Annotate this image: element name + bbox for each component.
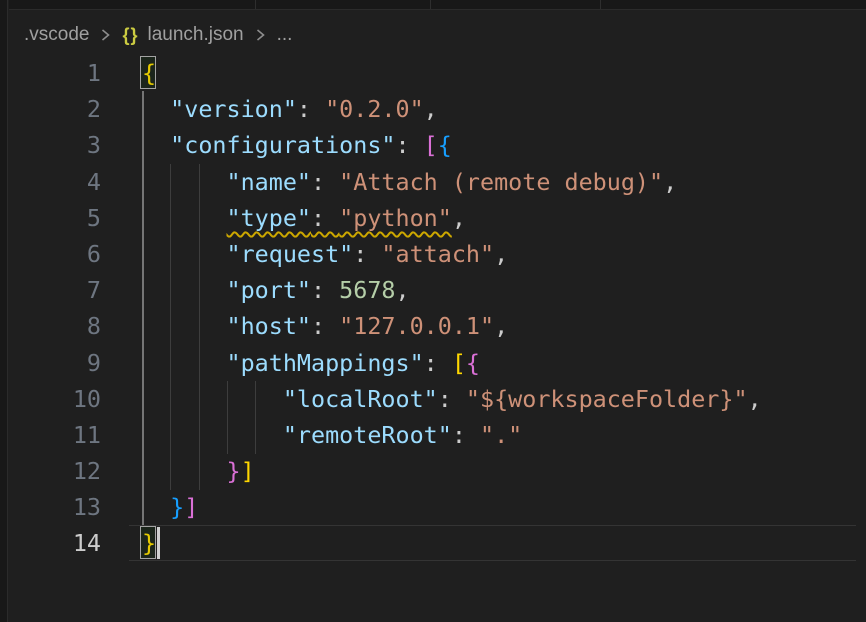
line-number[interactable]: 14 <box>9 525 101 561</box>
code-text[interactable]: "request": "attach", <box>142 236 508 272</box>
code-text[interactable]: "port": 5678, <box>142 272 410 308</box>
code-text[interactable]: "name": "Attach (remote debug)", <box>142 164 677 200</box>
code-line[interactable]: 2 "version": "0.2.0", <box>9 91 866 127</box>
code-text[interactable]: "version": "0.2.0", <box>142 91 438 127</box>
code-line[interactable]: 11 "remoteRoot": "." <box>9 417 866 453</box>
code-text[interactable]: "remoteRoot": "." <box>142 417 522 453</box>
breadcrumb-folder[interactable]: .vscode <box>24 24 89 46</box>
code-text[interactable]: }] <box>142 453 255 489</box>
line-number[interactable]: 11 <box>9 417 101 453</box>
code-line[interactable]: 3 "configurations": [{ <box>9 127 866 163</box>
text-cursor <box>157 527 160 559</box>
breadcrumb-symbol[interactable]: ... <box>277 24 293 46</box>
code-editor[interactable]: 1{2 "version": "0.2.0",3 "configurations… <box>9 55 866 622</box>
code-line[interactable]: 1{ <box>9 55 866 91</box>
tab-bar-strip <box>9 0 866 10</box>
code-line[interactable]: 12 }] <box>9 453 866 489</box>
code-text[interactable]: "type": "python", <box>142 200 466 236</box>
line-number[interactable]: 4 <box>9 164 101 200</box>
line-number[interactable]: 5 <box>9 200 101 236</box>
code-line[interactable]: 7 "port": 5678, <box>9 272 866 308</box>
code-line[interactable]: 8 "host": "127.0.0.1", <box>9 308 866 344</box>
tab-divider <box>600 0 601 9</box>
code-line[interactable]: 6 "request": "attach", <box>9 236 866 272</box>
chevron-right-icon <box>254 26 267 44</box>
line-number[interactable]: 12 <box>9 453 101 489</box>
bracket-match-box <box>140 56 156 89</box>
current-line-highlight <box>129 525 856 561</box>
line-number[interactable]: 7 <box>9 272 101 308</box>
code-line[interactable]: 9 "pathMappings": [{ <box>9 345 866 381</box>
code-text[interactable]: "pathMappings": [{ <box>142 345 480 381</box>
code-text[interactable]: "localRoot": "${workspaceFolder}", <box>142 381 762 417</box>
code-lines: 1{2 "version": "0.2.0",3 "configurations… <box>9 55 866 562</box>
line-number[interactable]: 10 <box>9 381 101 417</box>
json-file-icon: {} <box>122 25 138 46</box>
code-line[interactable]: 10 "localRoot": "${workspaceFolder}", <box>9 381 866 417</box>
line-number[interactable]: 8 <box>9 308 101 344</box>
code-text[interactable]: }] <box>142 489 198 525</box>
line-number[interactable]: 6 <box>9 236 101 272</box>
warning-squiggle: "type": "python" <box>227 204 452 232</box>
code-line[interactable]: 4 "name": "Attach (remote debug)", <box>9 164 866 200</box>
code-text[interactable]: "host": "127.0.0.1", <box>142 308 508 344</box>
line-number[interactable]: 9 <box>9 345 101 381</box>
code-text[interactable]: } <box>142 525 156 561</box>
tab-divider <box>255 0 256 9</box>
line-number[interactable]: 2 <box>9 91 101 127</box>
bracket-match-box <box>140 526 156 559</box>
line-number[interactable]: 3 <box>9 127 101 163</box>
code-text[interactable]: "configurations": [{ <box>142 127 452 163</box>
sidebar-edge <box>0 0 8 622</box>
code-line[interactable]: 13 }] <box>9 489 866 525</box>
line-number[interactable]: 1 <box>9 55 101 91</box>
chevron-right-icon <box>99 26 112 44</box>
code-text[interactable]: { <box>142 55 156 91</box>
breadcrumb-file[interactable]: launch.json <box>148 24 244 46</box>
vscode-editor-window: .vscode {} launch.json ... 1{2 "version"… <box>0 0 866 622</box>
line-number[interactable]: 13 <box>9 489 101 525</box>
code-line[interactable]: 14} <box>9 525 866 561</box>
tab-divider <box>430 0 431 9</box>
breadcrumb: .vscode {} launch.json ... <box>24 21 292 49</box>
code-line[interactable]: 5 "type": "python", <box>9 200 866 236</box>
